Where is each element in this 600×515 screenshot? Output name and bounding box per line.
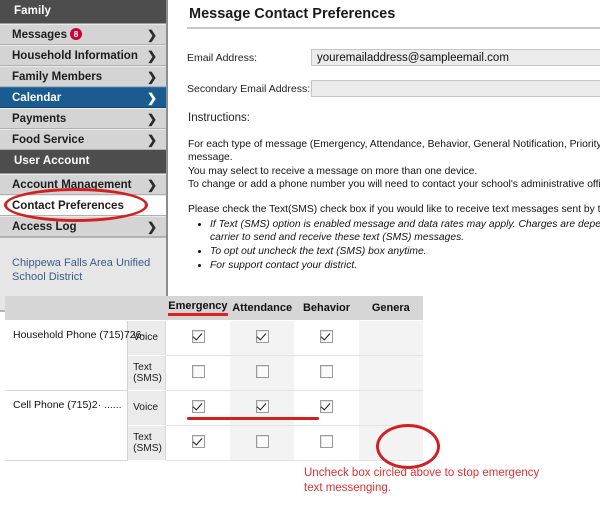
chevron-right-icon: ❯ xyxy=(146,70,157,84)
instructions-line: You may select to receive a message on m… xyxy=(188,165,478,177)
checkbox-cell-cell-voice-attendance[interactable] xyxy=(230,390,295,426)
checkbox-icon[interactable] xyxy=(319,435,333,448)
annotation-redaction-line-cell-phone xyxy=(187,417,319,420)
sidebar-item-payments[interactable]: Payments ❯ xyxy=(0,108,166,129)
header-emergency-label: Emergency xyxy=(168,300,228,316)
list-item: For support contact your district. xyxy=(210,260,600,273)
sidebar-item-account-management[interactable]: Account Management ❯ xyxy=(0,174,166,195)
checkbox-cell-household-sms-emergency[interactable] xyxy=(165,355,231,391)
sms-lead-text: Please check the Text(SMS) check box if … xyxy=(188,204,600,216)
sms-bullet-list: If Text (SMS) option is enabled message … xyxy=(188,219,600,272)
header-phone xyxy=(5,296,128,321)
sidebar-item-family-members[interactable]: Family Members ❯ xyxy=(0,66,166,87)
table-row: Household Phone (715)726- Voice xyxy=(5,320,423,391)
instructions-line: For each type of message (Emergency, Att… xyxy=(188,139,600,150)
checkbox-cell-household-voice-attendance[interactable] xyxy=(230,320,295,356)
checkbox-icon[interactable] xyxy=(255,435,269,448)
mode-label-text-sms: Text (SMS) xyxy=(127,355,167,391)
sidebar-item-contact-preferences[interactable]: Contact Preferences xyxy=(0,195,166,216)
chevron-right-icon: ❯ xyxy=(146,178,157,192)
sidebar: Family Messages 8 ❯ Household Information… xyxy=(0,0,168,318)
header-general[interactable]: Genera xyxy=(358,296,423,321)
header-behavior[interactable]: Behavior xyxy=(294,296,359,321)
checkbox-icon[interactable] xyxy=(255,365,269,378)
email-address-row: Email Address: youremailaddress@sampleem… xyxy=(183,49,600,68)
instructions-heading: Instructions: xyxy=(188,112,250,124)
checkbox-cell-cell-sms-behavior[interactable] xyxy=(294,425,359,461)
checkbox-cell-household-sms-attendance[interactable] xyxy=(230,355,295,391)
sidebar-item-label: Access Log xyxy=(12,221,77,233)
instructions-body: For each type of message (Emergency, Att… xyxy=(188,138,600,191)
chevron-right-icon: ❯ xyxy=(146,220,157,234)
messages-count-badge: 8 xyxy=(69,27,82,40)
contact-preferences-table: Emergency Attendance Behavior Genera Hou… xyxy=(5,296,423,461)
checkbox-cell-cell-sms-attendance[interactable] xyxy=(230,425,295,461)
checkbox-cell-household-voice-emergency[interactable] xyxy=(165,320,231,356)
sidebar-item-messages[interactable]: Messages 8 ❯ xyxy=(0,24,166,45)
checkbox-icon[interactable] xyxy=(255,330,269,343)
table-row: Cell Phone (715)2· ...... Voice xyxy=(5,390,423,461)
checkbox-cell-cell-voice-behavior[interactable] xyxy=(294,390,359,426)
table-header-row: Emergency Attendance Behavior Genera xyxy=(5,296,423,321)
sidebar-item-label: Payments xyxy=(12,113,67,125)
chevron-right-icon: ❯ xyxy=(146,49,157,63)
mode-label-voice: Voice xyxy=(127,390,167,426)
annotation-caption: Uncheck box circled above to stop emerge… xyxy=(304,467,540,494)
secondary-email-address-row: Secondary Email Address: xyxy=(183,80,600,99)
sidebar-item-label: Messages xyxy=(12,29,67,41)
sidebar-item-label: Account Management xyxy=(12,179,132,191)
email-address-input[interactable]: youremailaddress@sampleemail.com xyxy=(311,49,600,66)
checkbox-icon[interactable] xyxy=(191,400,205,413)
sidebar-section-header-family: Family xyxy=(0,0,166,24)
chevron-right-icon: ❯ xyxy=(146,91,157,105)
sidebar-item-label: Family Members xyxy=(12,71,103,83)
checkbox-cell-cell-voice-general[interactable] xyxy=(358,390,423,426)
email-address-label: Email Address: xyxy=(187,52,258,64)
phone-label-cell: Cell Phone (715)2· ...... xyxy=(5,390,129,461)
sidebar-section-header-user-account: User Account xyxy=(0,150,166,174)
sidebar-item-household-information[interactable]: Household Information ❯ xyxy=(0,45,166,66)
sidebar-item-food-service[interactable]: Food Service ❯ xyxy=(0,129,166,150)
checkbox-cell-cell-sms-general[interactable] xyxy=(358,425,423,461)
checkbox-cell-household-voice-behavior[interactable] xyxy=(294,320,359,356)
chevron-right-icon: ❯ xyxy=(146,133,157,147)
header-attendance[interactable]: Attendance xyxy=(230,296,295,321)
sidebar-item-label: Calendar xyxy=(12,92,62,104)
chevron-right-icon: ❯ xyxy=(146,28,157,42)
checkbox-icon[interactable] xyxy=(191,330,205,343)
checkbox-icon[interactable] xyxy=(255,400,269,413)
list-item: If Text (SMS) option is enabled message … xyxy=(210,219,600,245)
list-item: To opt out uncheck the text (SMS) box an… xyxy=(210,246,600,259)
sidebar-item-access-log[interactable]: Access Log ❯ xyxy=(0,216,166,237)
main-content: Message Contact Preferences Email Addres… xyxy=(183,0,600,273)
checkbox-icon[interactable] xyxy=(191,435,205,448)
secondary-email-address-input[interactable] xyxy=(311,80,600,97)
sidebar-item-label: Household Information xyxy=(12,50,138,62)
checkbox-cell-cell-sms-emergency[interactable] xyxy=(165,425,231,461)
sidebar-item-label: Contact Preferences xyxy=(12,200,124,212)
phone-label-household: Household Phone (715)726- xyxy=(5,320,145,391)
checkbox-cell-household-sms-general[interactable] xyxy=(358,355,423,391)
sidebar-item-label: Food Service xyxy=(12,134,85,146)
header-emergency[interactable]: Emergency xyxy=(165,296,231,321)
checkbox-icon[interactable] xyxy=(319,400,333,413)
mode-label-text-sms: Text (SMS) xyxy=(127,425,167,461)
secondary-email-address-label: Secondary Email Address: xyxy=(187,83,311,95)
sidebar-item-calendar[interactable]: Calendar ❯ xyxy=(0,87,166,108)
district-name: Chippewa Falls Area Unified School Distr… xyxy=(12,257,151,283)
page-title: Message Contact Preferences xyxy=(189,6,396,22)
instructions-line: To change or add a phone number you will… xyxy=(188,178,600,190)
checkbox-icon[interactable] xyxy=(319,330,333,343)
checkbox-cell-cell-voice-emergency[interactable] xyxy=(165,390,231,426)
chevron-right-icon: ❯ xyxy=(146,112,157,126)
header-mode xyxy=(127,296,166,321)
checkbox-cell-household-sms-behavior[interactable] xyxy=(294,355,359,391)
checkbox-cell-household-voice-general[interactable] xyxy=(358,320,423,356)
checkbox-icon[interactable] xyxy=(191,365,205,378)
checkbox-icon[interactable] xyxy=(319,365,333,378)
instructions-line: message. xyxy=(188,152,233,164)
